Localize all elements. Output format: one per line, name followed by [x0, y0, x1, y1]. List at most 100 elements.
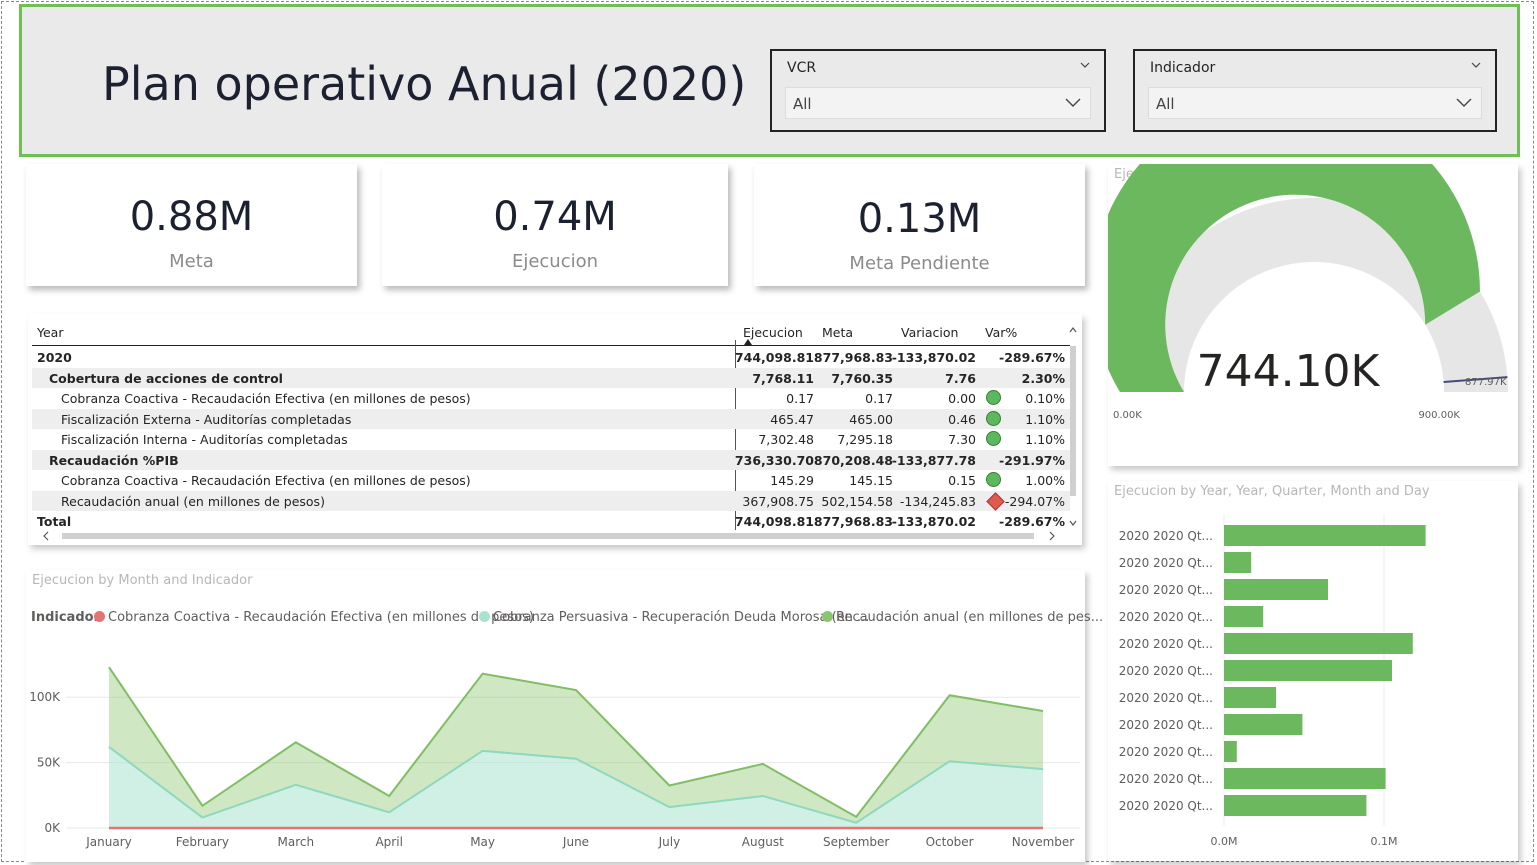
column-header[interactable]: Year — [37, 325, 63, 340]
cell-ejecucion: 465.47 — [770, 411, 814, 427]
cell-var-pct: 1.00% — [1025, 473, 1065, 488]
y-category-label: 2020 2020 Qt... — [1119, 799, 1213, 813]
row-label: Cobranza Coactiva - Recaudación Efectiva… — [61, 473, 471, 488]
vcr-dropdown[interactable]: All — [785, 87, 1091, 119]
area-chart-visual[interactable]: Ejecucion by Month and Indicador Indicad… — [26, 570, 1103, 862]
indicador-dropdown[interactable]: All — [1148, 87, 1482, 119]
table-row[interactable]: Fiscalización Interna - Auditorías compl… — [32, 429, 1070, 449]
table-row[interactable]: Cobranza Coactiva - Recaudación Efectiva… — [32, 388, 1070, 408]
cell-var-pct: -294.07% — [1004, 493, 1065, 509]
bar — [1224, 552, 1252, 573]
cell-variacion: 7.30 — [948, 432, 976, 447]
area-chart: 0K 50K 100K January February March April May Jun… — [29, 666, 1080, 849]
table-row[interactable]: Recaudación %PIB 736,330.70 870,208.48 -133… — [32, 449, 1070, 470]
cell-variacion: 0.15 — [948, 473, 976, 488]
table-row[interactable]: Fiscalización Externa - Auditorías compl… — [32, 408, 1070, 429]
cell-meta: 7,760.35 — [831, 370, 893, 386]
slicer-label: Indicador — [1150, 60, 1216, 76]
y-category-label: 2020 2020 Qt... — [1119, 718, 1213, 732]
cell-meta: 870,208.48 — [813, 452, 893, 468]
cell-ejecucion: 7,768.11 — [752, 370, 814, 386]
cell-meta: 0.17 — [865, 391, 893, 406]
bar-chart-visual[interactable]: Ejecucion by Year, Year, Quarter, Month … — [1108, 481, 1518, 861]
column-header[interactable]: Var% — [985, 325, 1017, 340]
meta-card[interactable]: 0.88M Meta — [26, 164, 357, 286]
column-header[interactable]: Meta — [822, 325, 853, 340]
y-category-label: 2020 2020 Qt... — [1119, 637, 1213, 651]
card-value: 0.74M — [493, 194, 617, 240]
gauge-visual[interactable]: Ejecucion and Meta 744.10K0.00K900.00K87… — [1108, 164, 1518, 466]
cell-meta: 7,295.18 — [837, 432, 893, 447]
y-category-label: 2020 2020 Qt... — [1119, 556, 1213, 570]
bar — [1224, 633, 1413, 654]
sort-ascending-icon — [744, 339, 752, 345]
cell-ejecucion: 7,302.48 — [758, 432, 814, 447]
cell-var-pct: 2.30% — [1021, 370, 1065, 386]
bar — [1224, 660, 1392, 681]
column-header[interactable]: Ejecucion — [743, 325, 803, 340]
cell-variacion: -134,245.83 — [899, 493, 976, 509]
x-tick-label: August — [742, 835, 784, 849]
gauge-chart: 744.10K 0.00K 900.00K 877.97K — [1108, 164, 1508, 421]
x-tick-label: March — [278, 835, 315, 849]
table-header: Year Ejecucion Meta Variacion Var% — [32, 319, 1070, 346]
status-good-icon — [986, 472, 1001, 487]
y-tick-label: 0K — [44, 821, 61, 835]
vertical-scrollbar[interactable] — [1068, 324, 1078, 529]
chevron-down-icon — [1065, 98, 1081, 107]
column-header[interactable]: Variacion — [901, 325, 958, 340]
table-row[interactable]: Recaudación anual (en millones de pesos)… — [32, 490, 1070, 511]
card-value: 0.13M — [857, 196, 982, 242]
table-row[interactable]: 2020 744,098.81 877,968.83 -133,870.02 -289.… — [32, 347, 1070, 367]
cell-meta: 877,968.83 — [813, 350, 893, 365]
cell-variacion: 0.00 — [948, 391, 976, 406]
vcr-slicer[interactable]: VCR All — [770, 49, 1106, 132]
page-title: Plan operativo Anual (2020) — [102, 57, 747, 111]
status-good-icon — [986, 390, 1001, 405]
cell-ejecucion: 736,330.70 — [734, 452, 814, 468]
table-row[interactable]: Cobranza Coactiva - Recaudación Efectiva… — [32, 470, 1070, 490]
x-tick-label: June — [562, 835, 589, 849]
cell-meta: 502,154.58 — [821, 493, 893, 509]
total-ejecucion: 744,098.81 — [734, 514, 814, 529]
gauge-max-label: 900.00K — [1418, 410, 1460, 421]
status-good-icon — [986, 410, 1001, 426]
meta-pendiente-card[interactable]: 0.13M Meta Pendiente — [754, 164, 1085, 286]
cell-var-pct: -289.67% — [999, 350, 1065, 365]
y-category-label: 2020 2020 Qt... — [1119, 745, 1213, 759]
y-category-label: 2020 2020 Qt... — [1119, 583, 1213, 597]
cell-var-pct: 1.10% — [1025, 432, 1065, 447]
cell-variacion: -133,877.78 — [891, 452, 976, 468]
row-label: Fiscalización Externa - Auditorías compl… — [61, 411, 352, 427]
card-label: Ejecucion — [511, 251, 599, 272]
x-tick-label: September — [823, 835, 889, 849]
row-label: Recaudación anual (en millones de pesos) — [61, 493, 325, 509]
total-meta: 877,968.83 — [813, 514, 893, 529]
status-good-icon — [986, 431, 1001, 446]
table-row[interactable]: Cobertura de acciones de control 7,768.11… — [32, 367, 1070, 388]
cell-var-pct: -291.97% — [999, 452, 1065, 468]
bar — [1224, 741, 1237, 762]
slicer-value: All — [793, 95, 812, 113]
x-tick-label: January — [85, 835, 132, 849]
card-value: 0.88M — [129, 194, 254, 240]
cell-meta: 465.00 — [849, 411, 893, 427]
ejecucion-card[interactable]: 0.74M Ejecucion — [382, 164, 728, 286]
gauge-min-label: 0.00K — [1113, 410, 1142, 421]
indicador-slicer[interactable]: Indicador All — [1133, 49, 1497, 132]
gauge-target-label: 877.97K — [1465, 377, 1507, 388]
horizontal-scrollbar[interactable] — [32, 530, 1062, 542]
y-tick-label: 50K — [37, 756, 61, 770]
bar — [1224, 579, 1328, 600]
y-category-label: 2020 2020 Qt... — [1119, 772, 1213, 786]
bar — [1224, 606, 1264, 627]
cell-var-pct: 0.10% — [1025, 391, 1065, 406]
chevron-down-icon[interactable] — [1080, 60, 1090, 70]
y-tick-label: 100K — [29, 690, 61, 704]
x-tick-label: 0.1M — [1371, 835, 1398, 848]
table-total-row: Total 744,098.81 877,968.83 -133,870.02 … — [32, 511, 1070, 531]
y-category-label: 2020 2020 Qt... — [1119, 610, 1213, 624]
chevron-down-icon[interactable] — [1471, 60, 1481, 70]
matrix-table[interactable]: Year Ejecucion Meta Variacion Var% 2020 7… — [28, 314, 1082, 545]
cell-variacion: 7.76 — [945, 370, 976, 386]
